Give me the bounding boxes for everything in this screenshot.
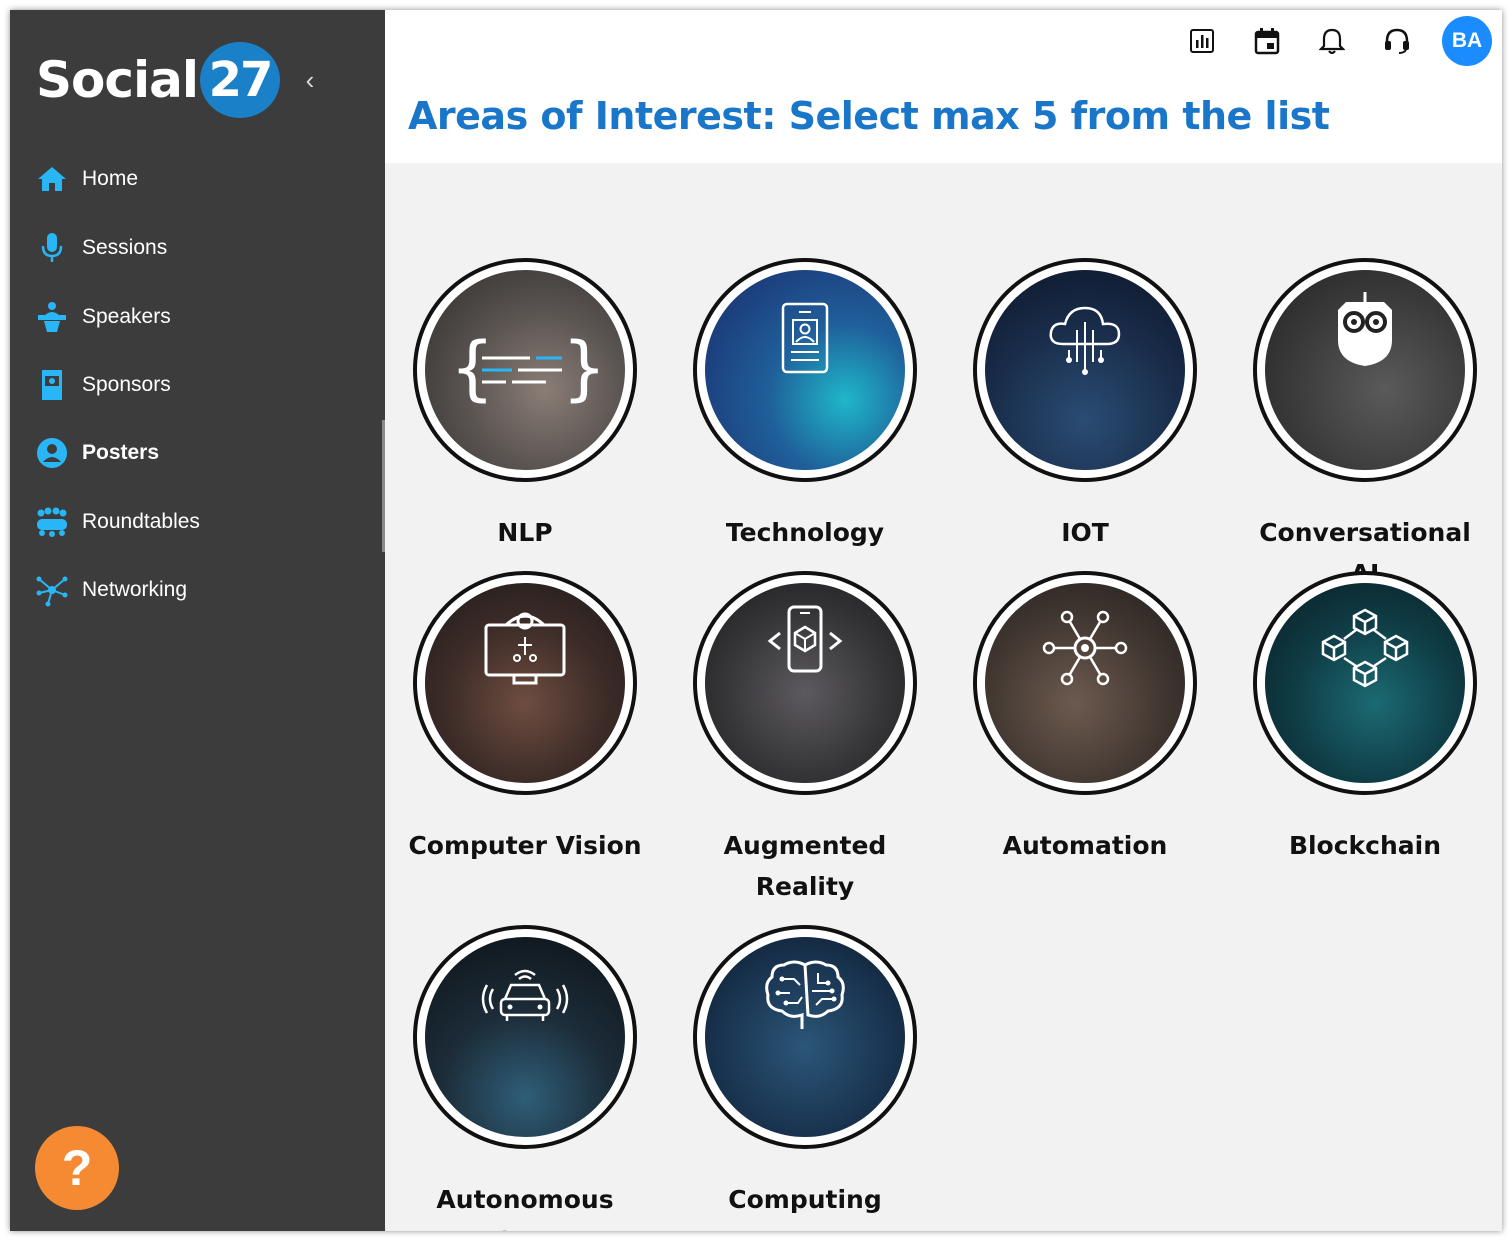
sidebar-item-label: Home [82,167,139,190]
sidebar-item-label: Speakers [82,305,171,328]
topic-label: Technology [725,518,885,547]
booth-icon [34,367,70,403]
topics-grid: {} NLP Technology IOT [385,163,1502,1231]
sidebar-item-networking[interactable]: Networking [34,570,187,610]
topic-card-augmented-reality[interactable]: Augmented Reality [685,571,925,907]
topic-image [973,571,1197,795]
monitor-eye-icon [484,612,566,685]
calendar-icon[interactable] [1247,21,1287,61]
topic-card-iot[interactable]: IOT [965,258,1205,553]
page-title: Areas of Interest: Select max 5 from the… [408,94,1330,138]
topic-image: {} [413,258,637,482]
topic-label: Blockchain [1288,831,1442,860]
group-table-icon [34,504,70,540]
user-circle-icon [34,435,70,471]
sidebar-item-label: Networking [82,578,188,601]
avatar[interactable]: BA [1442,16,1492,66]
topic-image [973,258,1197,482]
logo-text: Social [36,51,199,109]
poll-icon[interactable] [1182,21,1222,61]
topic-card-blockchain[interactable]: Blockchain [1245,571,1485,866]
sidebar-item-label: Posters [82,441,160,464]
sidebar-item-roundtables[interactable]: Roundtables [34,502,200,542]
topic-image [693,925,917,1149]
logo: Social 27 [36,40,281,120]
car-signal-icon [481,969,569,1021]
sidebar: Social 27 ‹ Home Sessions Speakers Spons… [10,10,385,1231]
chevron-left-icon: ‹ [305,64,315,95]
collapse-sidebar-button[interactable]: ‹ [298,65,322,95]
phone-cube-icon [767,605,843,673]
help-button[interactable]: ? [35,1126,119,1210]
topic-label: IOT [1061,518,1109,547]
logo-badge: 27 [200,42,281,118]
topic-card-technology[interactable]: Technology [685,258,925,553]
topic-image [1253,571,1477,795]
sidebar-item-label: Sponsors [82,373,171,396]
topic-image [413,571,637,795]
app-window: Social 27 ‹ Home Sessions Speakers Spons… [10,10,1502,1231]
topic-card-autonomous-cars[interactable]: Autonomous Cars [405,925,645,1231]
header: BA Areas of Interest: Select max 5 from … [385,10,1502,163]
header-actions: BA [1157,16,1492,66]
topic-label: Computer Vision [408,831,642,860]
speaker-podium-icon [34,299,70,335]
linked-cubes-icon [1321,608,1409,688]
topic-card-computer-vision[interactable]: Computer Vision [405,571,645,866]
topic-card-automation[interactable]: Automation [965,571,1205,866]
topic-label: Computing [728,1185,882,1214]
sidebar-item-sponsors[interactable]: Sponsors [34,365,171,405]
sidebar-item-label: Sessions [82,236,168,259]
topic-image [693,258,917,482]
code-braces-icon: {} [450,330,600,409]
topic-card-computing[interactable]: Computing [685,925,925,1220]
microphone-icon [34,230,70,266]
topic-label: Automation [1002,831,1168,860]
topic-image [413,925,637,1149]
brain-circuit-icon [765,960,845,1029]
topic-card-conversational-ai[interactable]: Conversational AI [1245,258,1485,594]
sidebar-item-posters[interactable]: Posters [34,433,159,473]
svg-text:}: } [562,330,600,409]
cloud-circuit-icon [1049,306,1121,375]
owl-bot-icon [1338,292,1392,366]
id-card-icon [781,302,829,374]
sidebar-item-home[interactable]: Home [34,159,138,199]
sidebar-item-label: Roundtables [82,510,200,533]
sidebar-item-speakers[interactable]: Speakers [34,297,171,337]
sidebar-item-sessions[interactable]: Sessions [34,228,167,268]
topic-label: NLP [497,518,553,547]
topic-image [693,571,917,795]
topic-card-nlp[interactable]: {} NLP [405,258,645,553]
topic-label: Autonomous Cars [436,1185,614,1231]
headset-icon[interactable] [1377,21,1417,61]
gear-nodes-icon [1042,610,1128,686]
network-icon [34,572,70,608]
home-icon [34,161,70,197]
topic-image [1253,258,1477,482]
topic-label: Augmented Reality [723,831,887,901]
bell-icon[interactable] [1312,21,1352,61]
question-icon: ? [61,1140,93,1196]
